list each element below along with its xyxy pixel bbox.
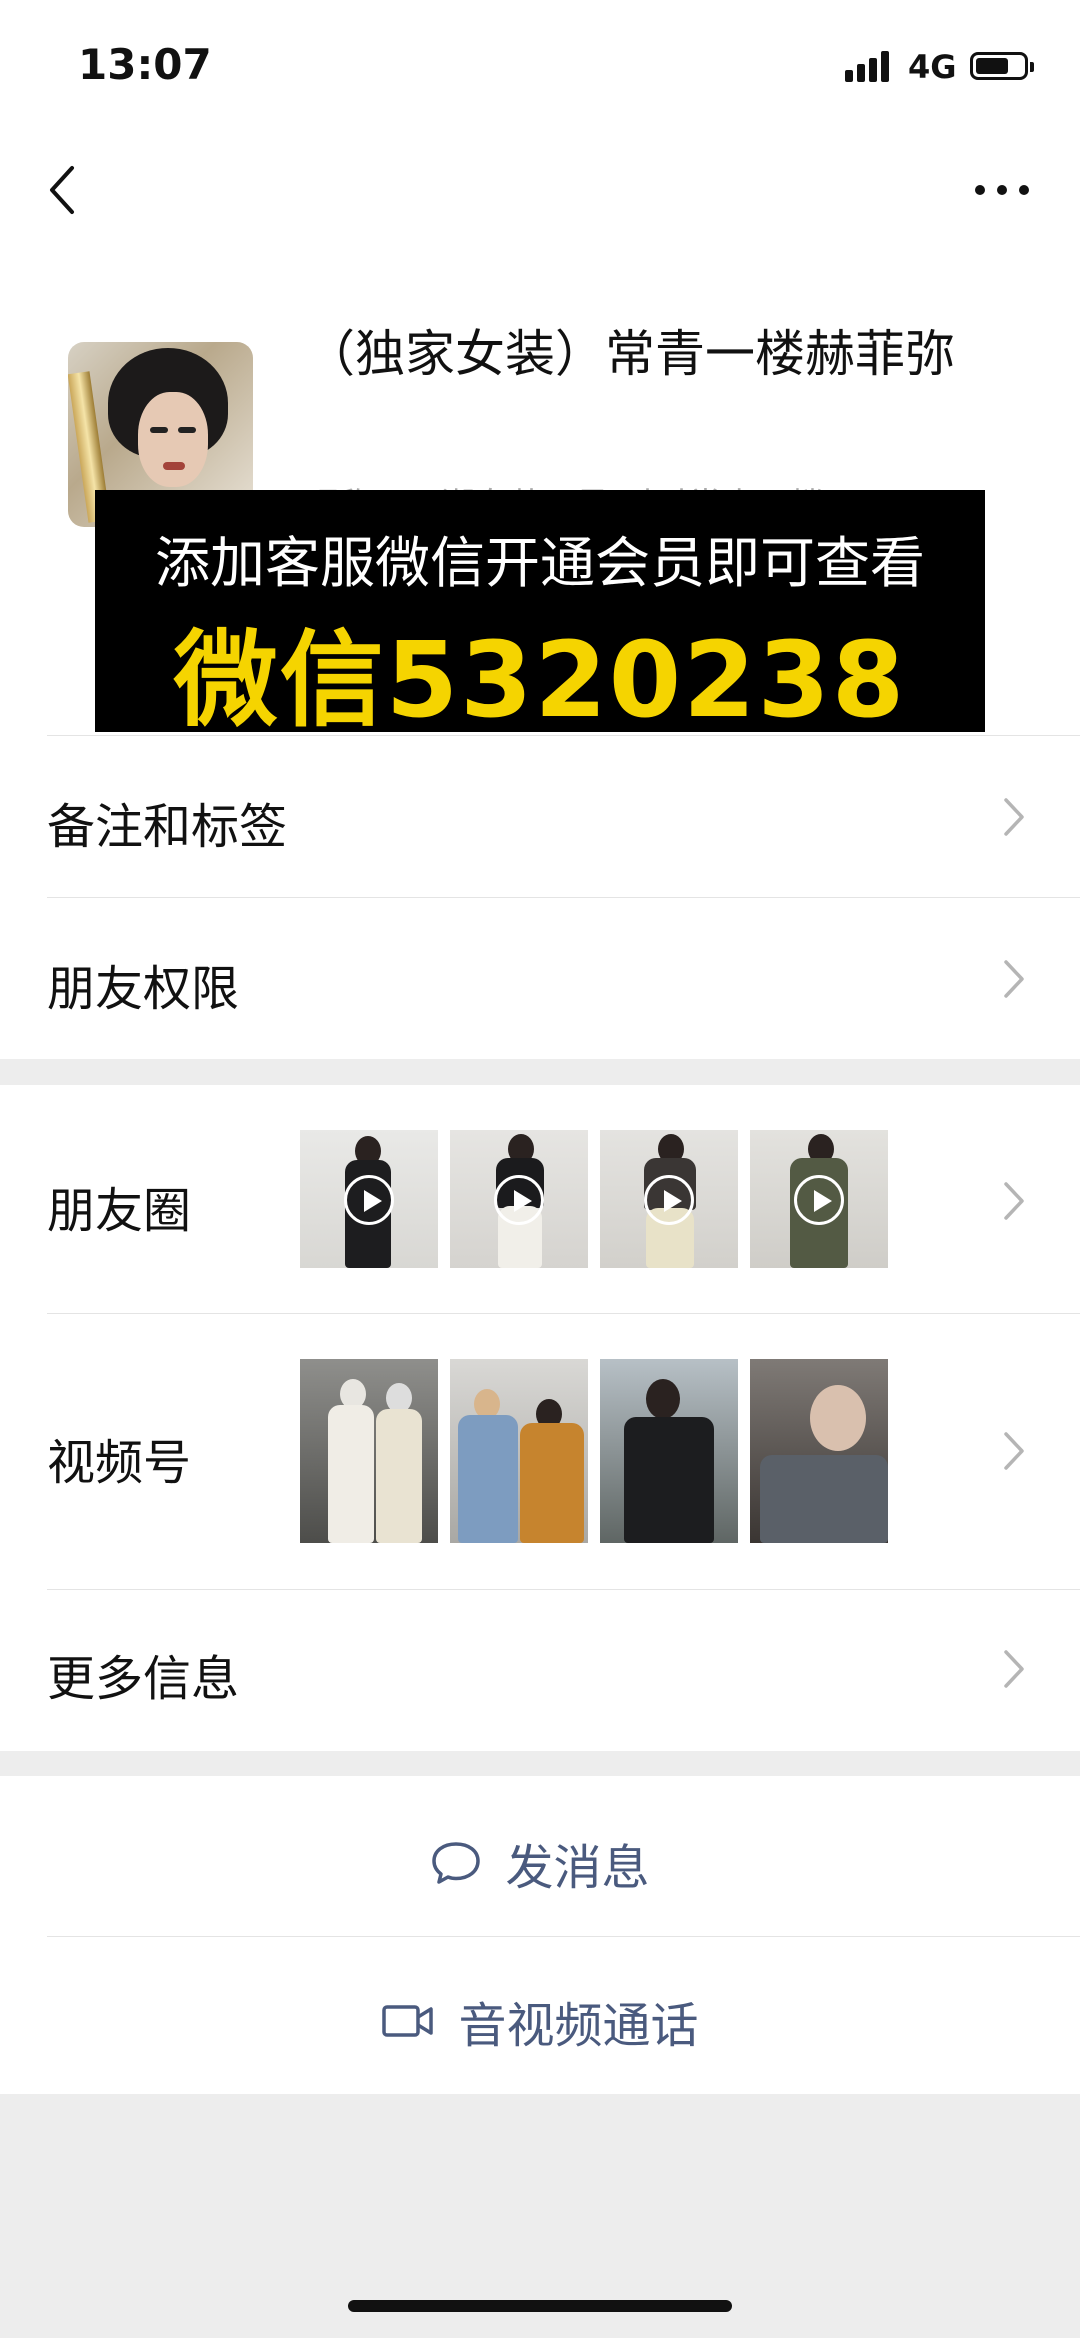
row-label: 更多信息 [47, 1651, 240, 1707]
play-icon [344, 1175, 394, 1225]
moments-thumbnail[interactable] [450, 1130, 588, 1268]
play-icon [494, 1175, 544, 1225]
channel-thumbnail[interactable] [300, 1359, 438, 1543]
row-more-info[interactable]: 更多信息 [0, 1589, 1080, 1751]
row-moments[interactable]: 朋友圈 [0, 1085, 1080, 1313]
moments-thumbnail[interactable] [600, 1130, 738, 1268]
signal-icon [845, 50, 895, 82]
status-time: 13:07 [78, 40, 212, 89]
row-label: 备注和标签 [47, 799, 288, 855]
battery-icon [970, 52, 1034, 80]
moments-thumbnail[interactable] [750, 1130, 888, 1268]
profile-name: （独家女装）常青一楼赫菲弥 [305, 325, 955, 383]
chat-bubble-icon [432, 1842, 481, 1884]
promo-line-2: 微信5320238 [173, 619, 907, 741]
video-call-button[interactable]: 音视频通话 [0, 1936, 1080, 2094]
chevron-right-icon [1003, 1649, 1025, 1689]
channel-thumbnail[interactable] [450, 1359, 588, 1543]
status-bar: 13:07 4G [0, 0, 1080, 130]
row-label: 视频号 [47, 1435, 192, 1491]
moments-thumbnail[interactable] [300, 1130, 438, 1268]
row-label: 朋友权限 [47, 961, 240, 1017]
chevron-right-icon [1003, 959, 1025, 999]
promo-line-1: 添加客服微信开通会员即可查看 [154, 531, 925, 595]
chevron-right-icon [1003, 1181, 1025, 1221]
video-camera-icon [382, 2005, 434, 2037]
network-type: 4G [908, 48, 957, 86]
row-friend-permission[interactable]: 朋友权限 [0, 897, 1080, 1059]
video-call-label: 音视频通话 [458, 1998, 699, 2054]
back-icon[interactable] [40, 160, 90, 220]
play-icon [644, 1175, 694, 1225]
more-icon[interactable] [972, 165, 1032, 215]
nav-bar [0, 130, 1080, 250]
send-message-label: 发消息 [505, 1840, 650, 1896]
send-message-button[interactable]: 发消息 [0, 1776, 1080, 1936]
row-remark-tags[interactable]: 备注和标签 [0, 735, 1080, 897]
chevron-right-icon [1003, 1431, 1025, 1471]
channel-thumbnail[interactable] [600, 1359, 738, 1543]
chevron-right-icon [1003, 797, 1025, 837]
play-icon [794, 1175, 844, 1225]
row-label: 朋友圈 [47, 1183, 192, 1239]
row-channels[interactable]: 视频号 [0, 1313, 1080, 1589]
channel-thumbnail[interactable] [750, 1359, 888, 1543]
home-indicator[interactable] [348, 2300, 732, 2312]
promo-overlay: 添加客服微信开通会员即可查看 微信5320238 [95, 490, 985, 741]
